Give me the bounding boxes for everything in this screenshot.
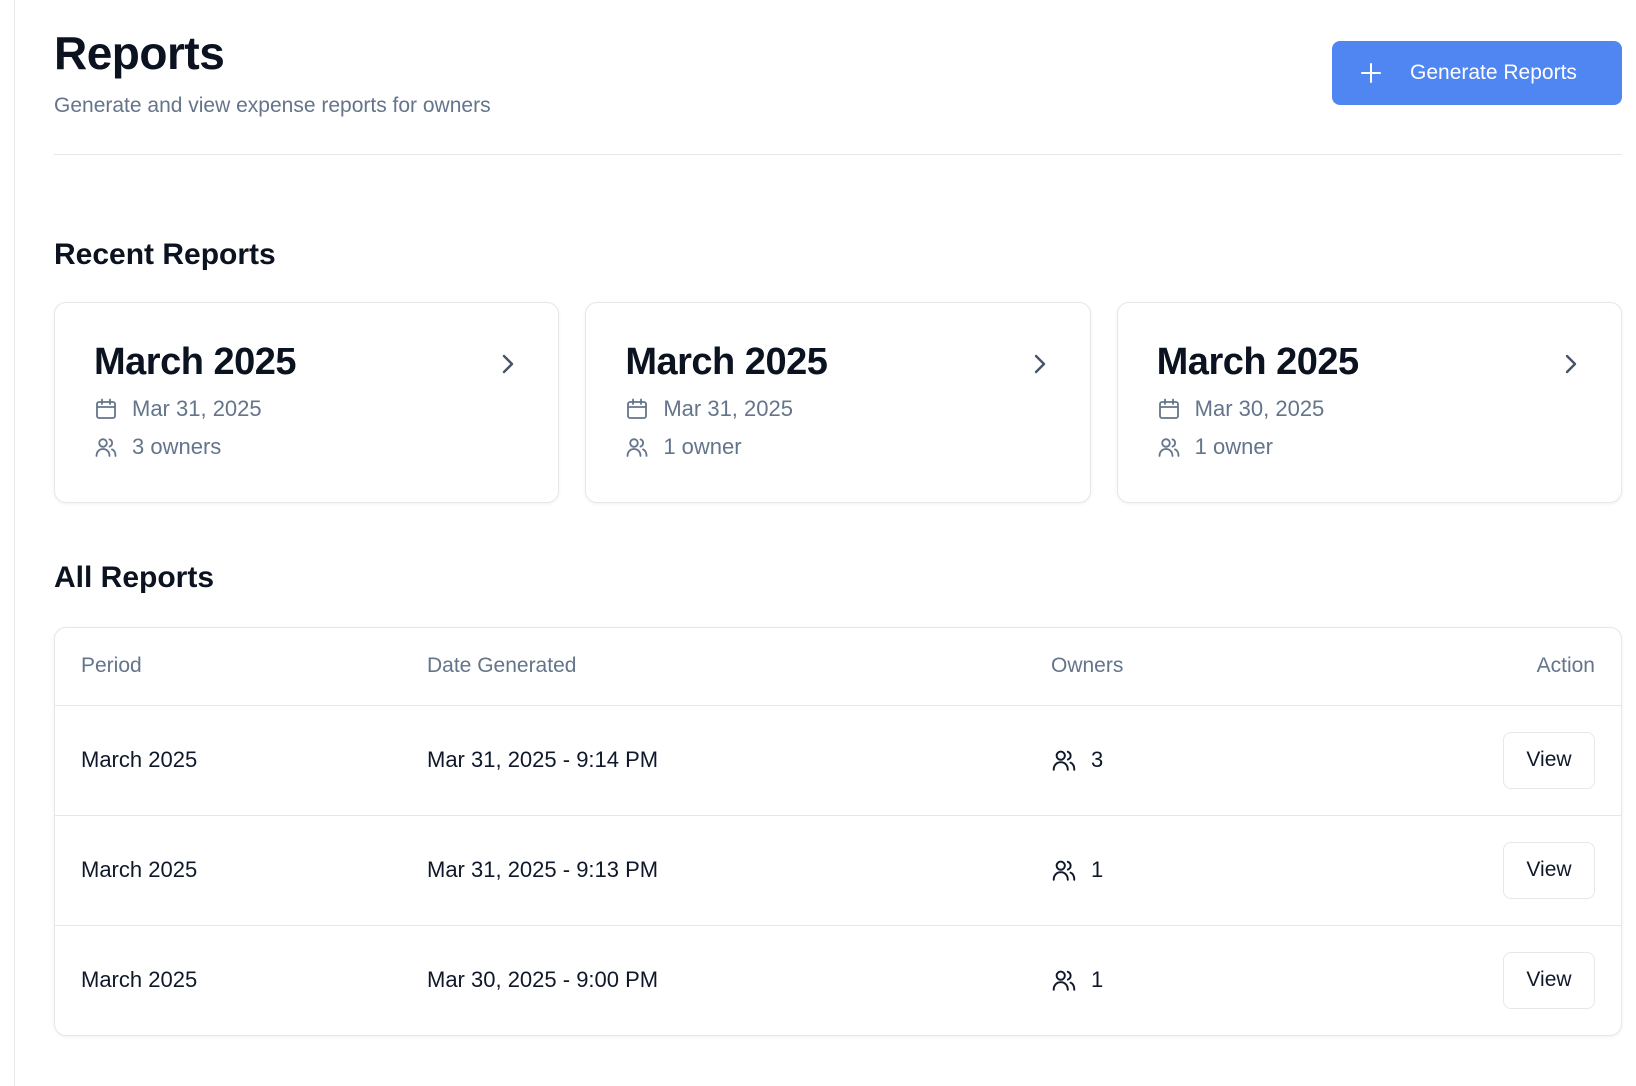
card-owners-text: 1 owner [1194,434,1273,459]
table-row: March 2025 Mar 31, 2025 - 9:14 PM 3 View [55,705,1621,816]
view-button[interactable]: View [1503,731,1595,789]
column-header-period: Period [55,628,427,706]
chevron-right-icon [1034,354,1045,374]
view-button[interactable]: View [1503,951,1595,1009]
page-header: Reports Generate and view expense report… [54,0,1622,155]
column-header-date-generated: Date Generated [427,628,1051,706]
users-icon [95,438,117,457]
cell-date-generated: Mar 31, 2025 - 9:14 PM [427,705,1051,816]
card-owners-text: 1 owner [663,434,742,459]
all-reports-table: Period Date Generated Owners Action Marc… [54,627,1622,1036]
column-header-action: Action [1351,628,1621,706]
card-title: March 2025 [94,341,297,383]
card-date-text: Mar 31, 2025 [663,396,793,421]
generate-reports-label: Generate Reports [1410,61,1577,84]
reports-table: Period Date Generated Owners Action Marc… [55,628,1621,1035]
cell-action: View [1351,705,1621,816]
users-icon [1052,970,1076,991]
cell-date-generated: Mar 31, 2025 - 9:13 PM [427,815,1051,926]
page-subtitle: Generate and view expense reports for ow… [54,94,491,117]
card-date-text: Mar 31, 2025 [132,396,262,421]
main-content: Reports Generate and view expense report… [54,0,1622,1036]
generate-reports-button[interactable]: Generate Reports [1332,41,1622,105]
recent-reports-cards: March 2025 Mar 31, 2025 3 owners March 2… [54,302,1622,503]
calendar-icon [1158,398,1179,419]
card-title: March 2025 [1156,341,1360,383]
card-owners: 3 owners [94,434,221,460]
table-row: March 2025 Mar 31, 2025 - 9:13 PM 1 View [55,815,1621,926]
cell-action: View [1351,815,1621,926]
cell-owners: 1 [1051,815,1351,926]
recent-report-card[interactable]: March 2025 Mar 30, 2025 1 owner [1116,302,1622,503]
cell-action: View [1351,925,1621,1035]
cell-date-generated: Mar 30, 2025 - 9:00 PM [427,967,659,993]
card-owners-text: 3 owners [132,434,222,459]
recent-report-card[interactable]: March 2025 Mar 31, 2025 3 owners [54,302,560,503]
card-date-text: Mar 30, 2025 [1194,396,1325,421]
owners-count: 1 [1091,857,1104,882]
card-date: Mar 30, 2025 [1157,396,1325,422]
view-button[interactable]: View [1503,841,1595,899]
page-title: Reports [54,27,225,79]
table-header-row: Period Date Generated Owners Action [55,628,1621,706]
card-owners: 1 owner [1157,434,1273,460]
column-header-owners: Owners [1051,628,1351,706]
chevron-right-icon [1565,354,1577,374]
cell-owners: 1 [1051,925,1351,1035]
card-date: Mar 31, 2025 [625,396,793,422]
all-reports-title: All Reports [54,561,215,594]
calendar-icon [627,398,648,419]
card-date: Mar 31, 2025 [94,396,262,422]
owners-count: 1 [1091,967,1104,993]
users-icon [1052,750,1076,771]
plus-icon [1360,62,1382,84]
table-row: March 2025 Mar 30, 2025 - 9:00 PM 1 View [55,925,1621,1035]
users-icon [1158,438,1180,457]
recent-report-card[interactable]: March 2025 Mar 31, 2025 1 owner [585,302,1091,503]
cell-period: March 2025 [81,967,198,993]
users-icon [1052,860,1076,881]
sidebar-edge [0,0,15,1086]
card-title: March 2025 [625,341,828,383]
calendar-icon [96,398,116,419]
cell-period: March 2025 [55,815,427,926]
owners-count: 3 [1091,747,1104,772]
card-owners: 1 owner [625,434,742,460]
recent-reports-title: Recent Reports [54,238,276,271]
cell-period: March 2025 [55,705,427,816]
users-icon [626,438,648,457]
chevron-right-icon [503,354,514,374]
cell-owners: 3 [1051,705,1351,816]
